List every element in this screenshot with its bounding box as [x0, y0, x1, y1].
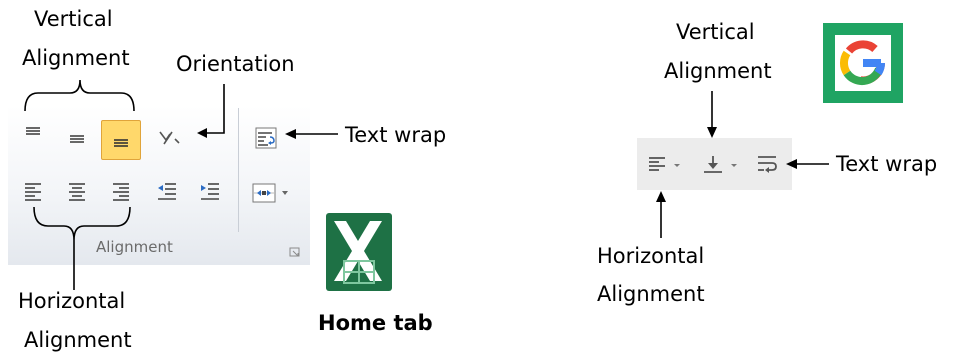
google-sheets-logo [823, 23, 903, 103]
sheets-annotation-arrows [656, 91, 829, 238]
